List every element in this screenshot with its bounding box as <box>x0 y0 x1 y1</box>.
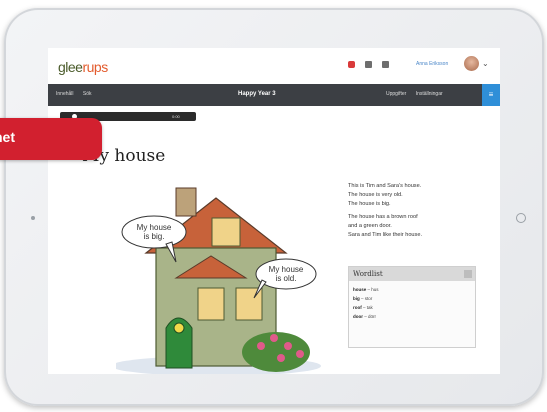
svg-text:is big.: is big. <box>144 232 165 241</box>
nav-item-search[interactable]: Sök <box>83 91 92 97</box>
nav-bar: Innehåll Sök Happy Year 3 Uppgifter Inst… <box>48 84 500 106</box>
notification-icon[interactable] <box>348 61 355 68</box>
nav-left: Innehåll Sök <box>56 91 100 97</box>
story-paragraph: This is Tim and Sara’s house. The house … <box>348 183 422 207</box>
flower-bush <box>242 332 310 372</box>
house-illustration: My house is big. My house is old. <box>116 187 321 374</box>
nav-item-tasks[interactable]: Uppgifter <box>386 91 406 97</box>
app-logo[interactable]: gleerups <box>58 59 108 75</box>
top-bar: gleerups Anna Eriksson ⌄ <box>48 48 500 84</box>
home-icon[interactable] <box>382 61 389 68</box>
avatar[interactable] <box>464 56 479 71</box>
home-button[interactable] <box>516 213 526 223</box>
collapse-icon[interactable] <box>464 270 472 278</box>
tablet-frame: gleerups Anna Eriksson ⌄ Innehåll Sök Ha… <box>4 8 544 406</box>
book-title: Happy Year 3 <box>238 91 276 97</box>
wordlist-panel: Wordlist house – hus big – stor roof – t… <box>348 266 476 348</box>
wordlist-item: door – dörr <box>353 314 377 319</box>
red-banner: het <box>0 118 102 160</box>
svg-text:My house: My house <box>269 265 304 274</box>
svg-text:is old.: is old. <box>276 274 297 283</box>
nav-right: Uppgifter Inställningar <box>378 91 443 97</box>
user-name[interactable]: Anna Eriksson <box>416 61 448 67</box>
wordlist-item: roof – tak <box>353 305 373 310</box>
top-icons <box>348 61 389 68</box>
app-screen: gleerups Anna Eriksson ⌄ Innehåll Sök Ha… <box>48 48 500 374</box>
story-paragraph: The house has a brown roof and a green d… <box>348 214 422 238</box>
wordlist-items: house – hus big – stor roof – tak door –… <box>349 281 475 325</box>
wordlist-item: big – stor <box>353 296 373 301</box>
camera-dot <box>31 216 35 220</box>
chevron-down-icon[interactable]: ⌄ <box>482 59 489 68</box>
bell-icon[interactable] <box>365 61 372 68</box>
audio-time: 0:00 <box>172 114 180 119</box>
banner-text: het <box>0 129 15 145</box>
story-text: This is Tim and Sara’s house. The house … <box>348 182 422 244</box>
nav-item-settings[interactable]: Inställningar <box>416 91 443 97</box>
wordlist-header: Wordlist <box>349 267 475 281</box>
nav-item-contents[interactable]: Innehåll <box>56 91 74 97</box>
svg-text:My house: My house <box>137 223 172 232</box>
menu-button[interactable]: ≡ <box>482 84 500 106</box>
wordlist-item: house – hus <box>353 287 379 292</box>
